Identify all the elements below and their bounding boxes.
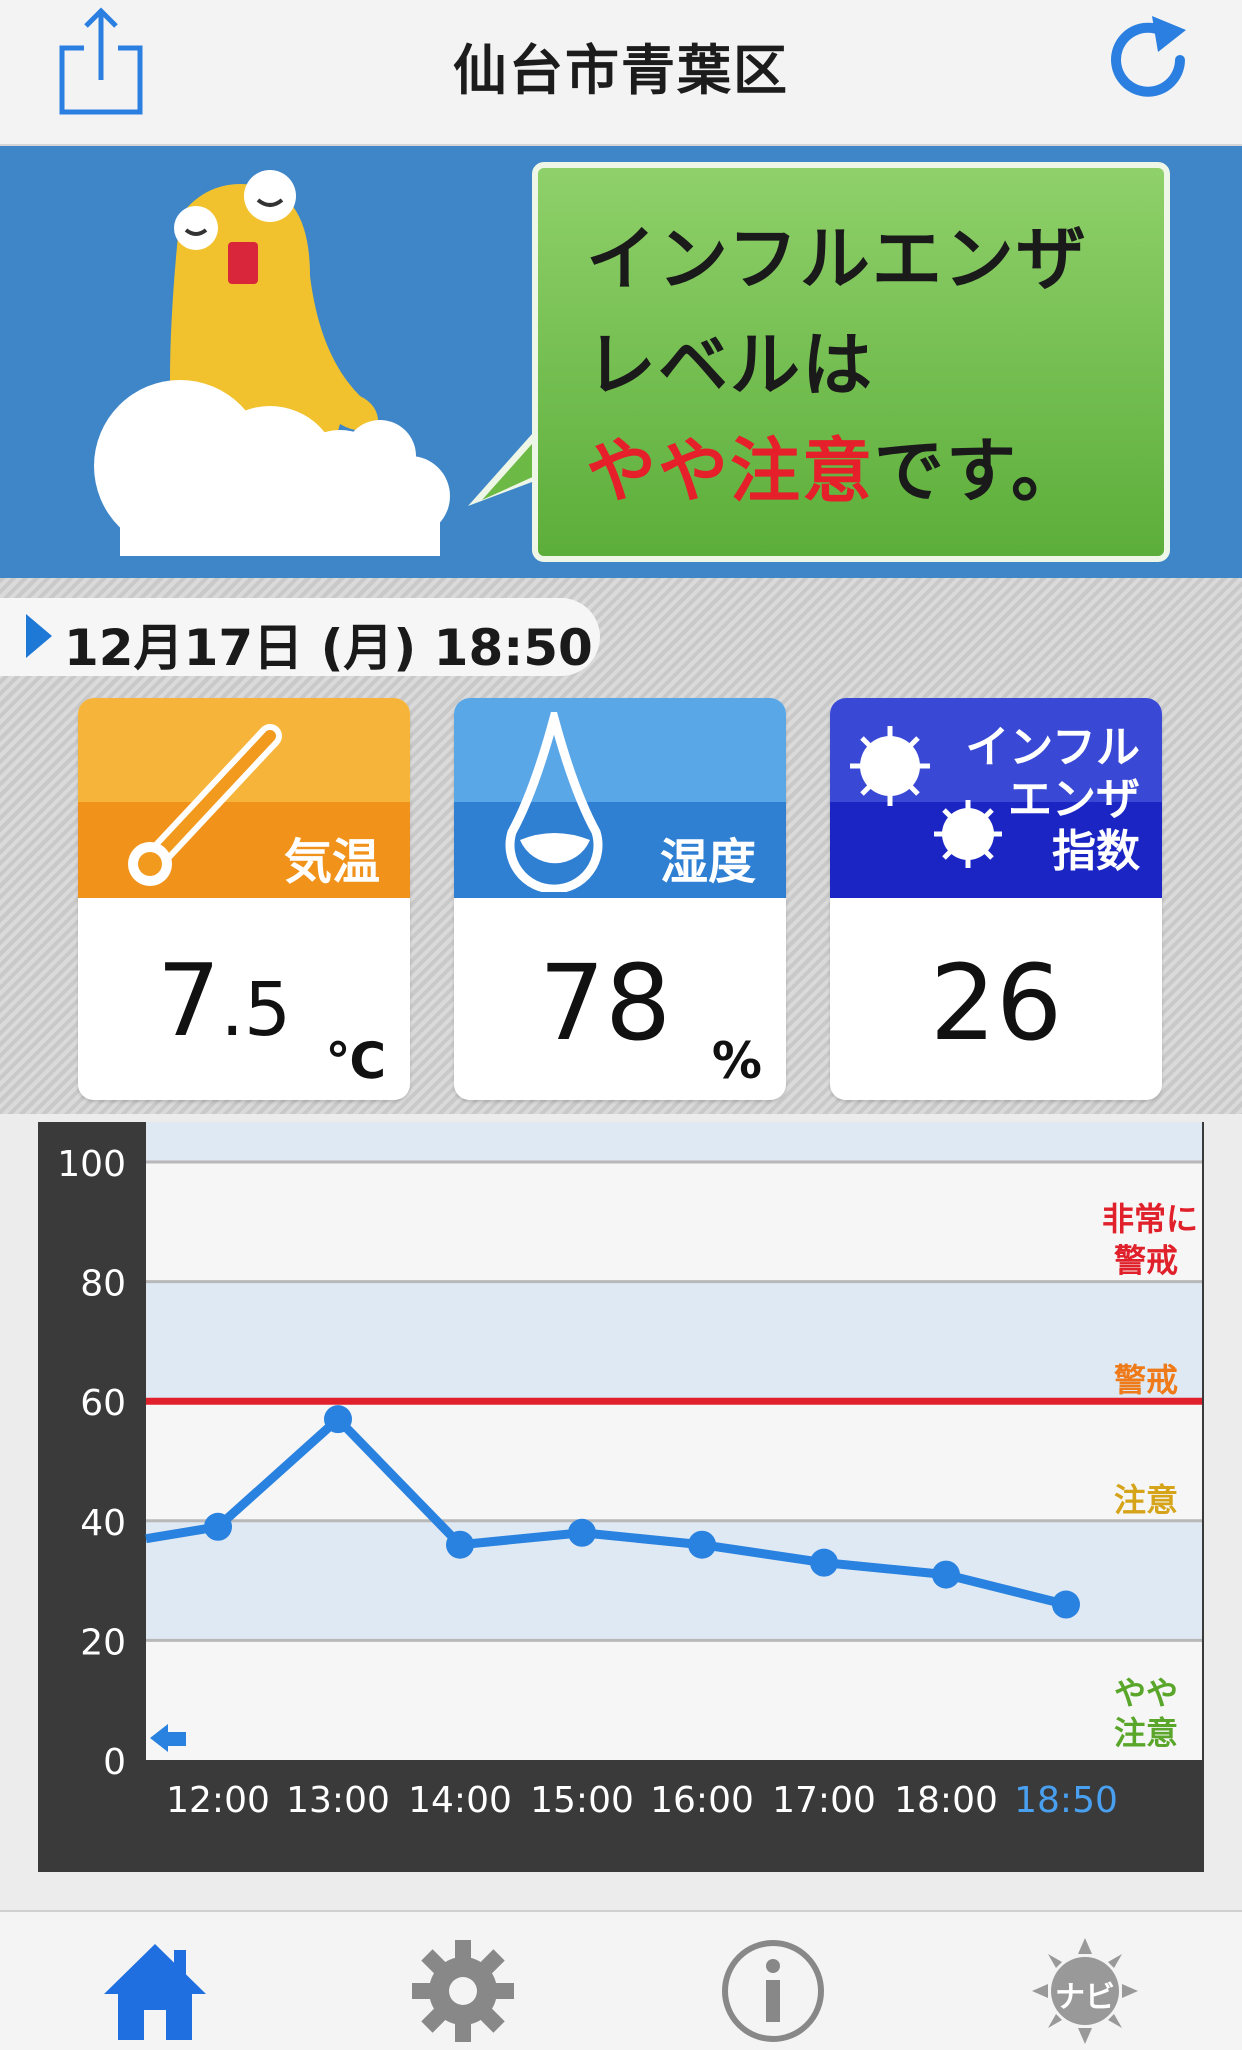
x-tick-label-17:00: 17:00 xyxy=(772,1780,876,1821)
humidity-label: 湿度 xyxy=(659,834,756,890)
influenza-index-label: インフル エンザ 指数 xyxy=(965,722,1140,878)
y-tick-label-80: 80 xyxy=(80,1264,126,1305)
influenza-banner: インフルエンザ レベルは やや注意です。 xyxy=(0,146,1242,578)
water-drop-icon xyxy=(505,712,603,892)
header-bar: 仙台市青葉区 xyxy=(0,0,1242,146)
x-tick-label-15:00: 15:00 xyxy=(530,1780,634,1821)
metrics-section: 12月17日 (月) 18:50 気温 7.5 ℃ 湿度 78 % インフル エ… xyxy=(0,578,1242,1114)
x-tick-label-12:00: 12:00 xyxy=(166,1780,270,1821)
datetime-text: 12月17日 (月) 18:50 xyxy=(64,619,593,677)
data-point-18:50 xyxy=(1052,1590,1080,1619)
influenza-label-line3: 指数 xyxy=(1052,826,1140,877)
y-tick-label-0: 0 xyxy=(103,1742,126,1783)
plot-band-2 xyxy=(146,1401,1202,1521)
data-point-16:00 xyxy=(688,1530,716,1559)
data-point-14:00 xyxy=(446,1530,474,1559)
plot-band-1 xyxy=(146,1281,1202,1402)
zone-label-slight-line1: やや xyxy=(1114,1674,1178,1712)
influenza-index-value: 26 xyxy=(929,942,1063,1064)
temperature-label: 気温 xyxy=(283,834,380,890)
data-point-12:00 xyxy=(204,1512,232,1541)
x-tick-label-18:00: 18:00 xyxy=(894,1780,998,1821)
data-point-15:00 xyxy=(568,1518,596,1547)
data-point-13:00 xyxy=(324,1405,352,1434)
humidity-card: 湿度 78 % xyxy=(454,698,786,1100)
navi-label: ナビ xyxy=(1055,1980,1115,2015)
temperature-unit: ℃ xyxy=(325,1032,386,1090)
plot-band-top xyxy=(146,1122,1202,1162)
y-tick-label-40: 40 xyxy=(80,1503,126,1544)
x-tick-label-16:00: 16:00 xyxy=(650,1780,754,1821)
temperature-value-int: 7 xyxy=(156,942,221,1059)
tab-bar: ナビ xyxy=(0,1910,1242,2050)
humidity-unit: % xyxy=(711,1032,762,1090)
humidity-card-body: 78 % xyxy=(454,898,786,1100)
zone-label-slight-line2: 注意 xyxy=(1114,1714,1178,1752)
gear-icon[interactable] xyxy=(408,1936,518,2046)
zone-label-caution: 注意 xyxy=(1114,1481,1178,1519)
zone-label-very-high-line2: 警戒 xyxy=(1114,1242,1178,1280)
message-line1: インフルエンザ xyxy=(586,218,1088,300)
x-tick-label-14:00: 14:00 xyxy=(408,1780,512,1821)
info-icon[interactable] xyxy=(718,1936,828,2046)
message-line2: レベルは xyxy=(586,324,874,406)
play-triangle-icon xyxy=(26,614,52,658)
plot-band-4 xyxy=(146,1640,1202,1760)
chart-svg: 020406080100非常に警戒警戒注意やや注意12:00 13:00 14:00… xyxy=(57,1122,1202,1821)
influenza-card-body: 26 xyxy=(830,898,1162,1100)
datetime-badge: 12月17日 (月) 18:50 xyxy=(0,598,600,677)
mascot-illustration xyxy=(94,170,450,556)
temperature-card-body: 7.5 ℃ xyxy=(78,898,410,1100)
message-suffix: です。 xyxy=(874,430,1083,512)
message-line3: やや注意です。 xyxy=(586,418,1088,524)
influenza-label-line1: インフル xyxy=(965,722,1140,773)
influenza-card-header: インフル エンザ 指数 xyxy=(830,698,1162,898)
y-tick-label-100: 100 xyxy=(57,1144,126,1185)
level-text: やや注意 xyxy=(586,430,874,512)
chart-section: 0 20 40 60 80 100 非常に 警戒 警戒 注意 やや 注意 12:00 13:00 14:00… xyxy=(0,1114,1242,1914)
temperature-card: 気温 7.5 ℃ xyxy=(78,698,410,1100)
y-tick-label-60: 60 xyxy=(80,1383,126,1424)
x-tick-label-13:00: 13:00 xyxy=(286,1780,390,1821)
influenza-index-chart: 0 20 40 60 80 100 非常に 警戒 警戒 注意 やや 注意 12:00 13:00 14:00… xyxy=(38,1122,1204,1872)
x-tick-label-18:50: 18:50 xyxy=(1014,1780,1118,1821)
home-icon[interactable] xyxy=(100,1936,210,2046)
influenza-label-line2: エンザ xyxy=(1008,774,1140,825)
temperature-card-header: 気温 xyxy=(78,698,410,898)
influenza-index-card: インフル エンザ 指数 26 xyxy=(830,698,1162,1100)
refresh-icon[interactable] xyxy=(1100,10,1196,106)
speech-bubble: インフルエンザ レベルは やや注意です。 xyxy=(532,162,1170,562)
y-tick-label-20: 20 xyxy=(80,1622,126,1663)
data-point-18:00 xyxy=(932,1560,960,1589)
temperature-value-dec: .5 xyxy=(220,967,292,1053)
plot-band-0 xyxy=(146,1162,1202,1282)
page-title: 仙台市青葉区 xyxy=(453,39,789,102)
humidity-card-header: 湿度 xyxy=(454,698,786,898)
influenza-level-message: インフルエンザ レベルは やや注意です。 xyxy=(586,206,1088,524)
zone-label-warning: 警戒 xyxy=(1114,1361,1178,1399)
data-point-17:00 xyxy=(810,1548,838,1577)
zone-label-very-high-line1: 非常に xyxy=(1102,1200,1198,1238)
navi-tab[interactable]: ナビ xyxy=(1030,1936,1140,2046)
thermometer-icon xyxy=(128,724,282,886)
